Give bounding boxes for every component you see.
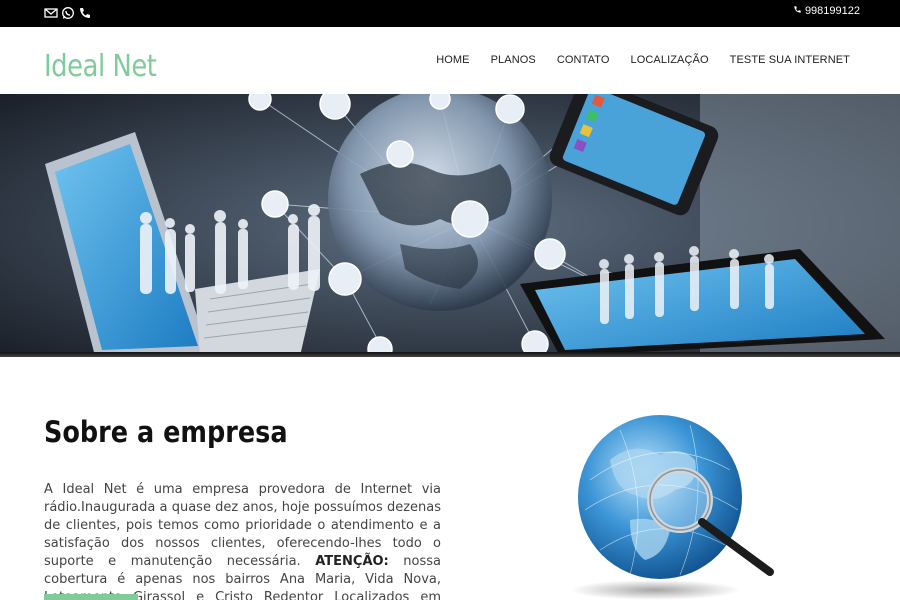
- phone-icon: [793, 5, 802, 17]
- hero-illustration: [0, 94, 900, 356]
- nav-planos[interactable]: PLANOS: [491, 54, 536, 66]
- nav-teste-internet[interactable]: TESTE SUA INTERNET: [730, 54, 850, 66]
- globe-magnifier-image: [560, 400, 780, 600]
- whatsapp-icon[interactable]: [61, 6, 75, 20]
- site-header: Ideal Net HOME PLANOS CONTATO LOCALIZAÇÃ…: [0, 27, 900, 94]
- main-nav: HOME PLANOS CONTATO LOCALIZAÇÃO TESTE SU…: [436, 54, 850, 66]
- site-logo[interactable]: Ideal Net: [44, 49, 157, 84]
- nav-contato[interactable]: CONTATO: [557, 54, 610, 66]
- about-title: Sobre a empresa: [44, 415, 288, 449]
- top-bar: 998199122: [0, 0, 900, 27]
- green-accent-bar: [44, 594, 138, 600]
- phone-number: 998199122: [804, 5, 860, 17]
- about-text: A Ideal Net é uma empresa provedora de I…: [44, 481, 441, 600]
- hero-banner-image: [0, 94, 900, 356]
- about-warning-label: ATENÇÃO:: [315, 554, 389, 569]
- nav-home[interactable]: HOME: [436, 54, 469, 66]
- topbar-phone[interactable]: 998199122: [793, 5, 860, 17]
- envelope-icon[interactable]: [44, 6, 58, 20]
- contact-icons: [44, 6, 92, 20]
- phone-icon[interactable]: [78, 6, 92, 20]
- nav-localizacao[interactable]: LOCALIZAÇÃO: [631, 54, 709, 66]
- hero-bottom-shadow: [0, 352, 900, 357]
